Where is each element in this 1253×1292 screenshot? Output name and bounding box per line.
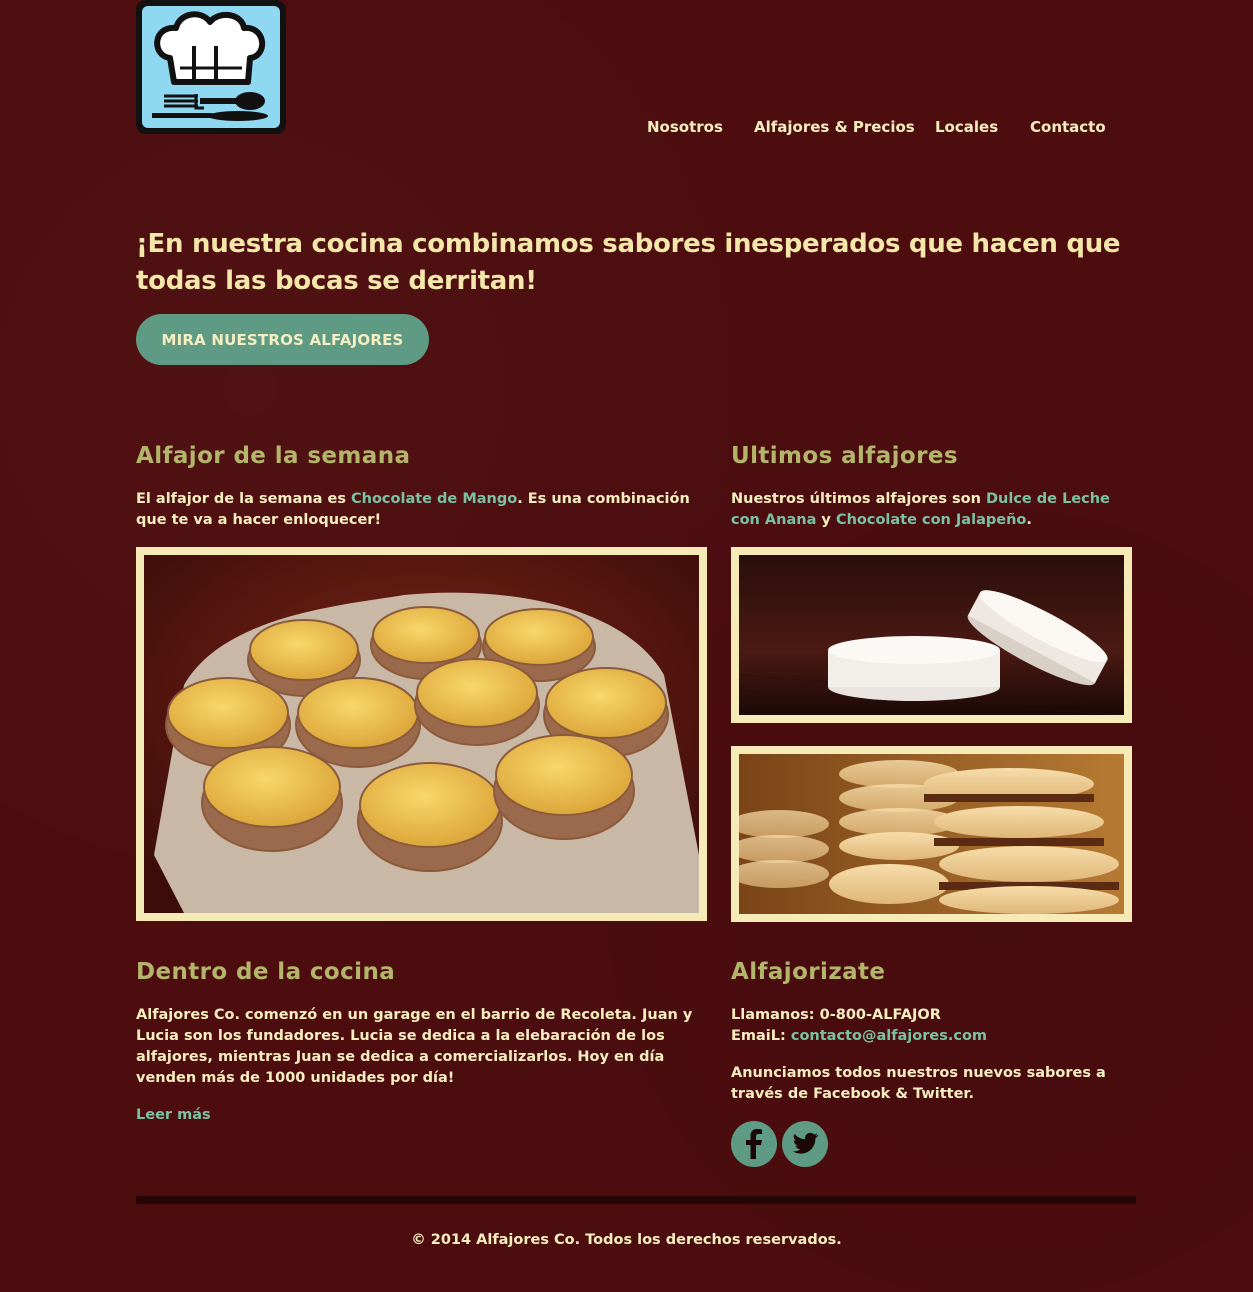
latest-text-after: . [1026,512,1032,528]
kitchen-text: Alfajores Co. comenzó en un garage en el… [136,1007,693,1086]
hero-title: ¡En nuestra cocina combinamos sabores in… [136,229,1121,296]
contact-email-link[interactable]: contacto@alfajores.com [791,1028,987,1044]
twitter-icon[interactable] [782,1121,828,1167]
week-text: El alfajor de la semana es Chocolate de … [136,489,712,531]
week-text-before: El alfajor de la semana es [136,491,351,507]
latest-link-jalapeno[interactable]: Chocolate con Jalapeño [836,512,1026,528]
read-more-link[interactable]: Leer más [136,1105,211,1126]
footer-divider [136,1196,1136,1204]
latest-text-before: Nuestros últimos alfajores son [731,491,986,507]
contact-email-line: EmaiL: contacto@alfajores.com [731,1026,1131,1047]
latest-text-mid: y [816,512,836,528]
facebook-icon[interactable] [731,1121,777,1167]
latest-photo-1 [731,547,1132,723]
cta-button[interactable]: MIRA NUESTROS ALFAJORES [136,314,429,365]
page: Nosotros Alfajores & Precios Locales Con… [0,0,1253,1292]
contact-social-text: Anunciamos todos nuestros nuevos sabores… [731,1065,1106,1102]
nav-contacto[interactable]: Contacto [1030,118,1106,136]
week-photo [136,547,707,921]
logo[interactable] [136,0,286,134]
footer-copyright: © 2014 Alfajores Co. Todos los derechos … [411,1232,842,1248]
latest-photo-2 [731,746,1132,922]
contact-phone: Llamanos: 0-800-ALFAJOR [731,1007,941,1023]
nav-nosotros[interactable]: Nosotros [647,118,723,136]
week-heading: Alfajor de la semana [136,443,411,469]
contact-heading: Alfajorizate [731,959,886,985]
kitchen-heading: Dentro de la cocina [136,959,396,985]
latest-heading: Ultimos alfajores [731,443,958,469]
week-link[interactable]: Chocolate de Mango [351,491,517,507]
chef-hat-icon [142,6,280,128]
contact-email-label: EmaiL: [731,1028,791,1044]
nav-locales[interactable]: Locales [935,118,998,136]
nav-alfajores-precios[interactable]: Alfajores & Precios [754,118,915,136]
latest-text: Nuestros últimos alfajores son Dulce de … [731,489,1131,531]
